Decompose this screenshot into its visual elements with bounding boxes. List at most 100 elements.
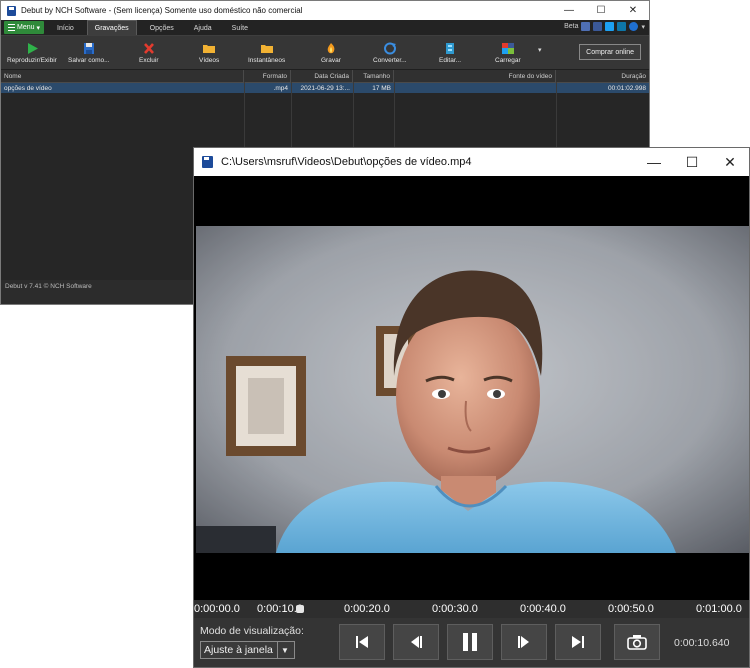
cell-size: 17 MB (372, 84, 391, 92)
linkedin-icon[interactable] (617, 22, 627, 31)
skip-start-icon (356, 636, 368, 648)
record-button[interactable]: Gravar (321, 36, 341, 69)
snapshot-folder-icon (260, 44, 273, 53)
video-player-window: C:\Users\msruf\Videos\Debut\opções de ví… (193, 147, 750, 668)
play-icon (27, 42, 38, 54)
edit-icon (446, 42, 455, 54)
minimize-button[interactable]: — (553, 1, 585, 20)
help-icon[interactable] (629, 22, 639, 31)
tab-suite[interactable]: Suíte (225, 21, 255, 35)
record-icon (327, 42, 335, 53)
beta-label: Beta (564, 23, 579, 30)
floppy-app-icon (202, 156, 213, 168)
current-time-display: 0:00:10.640 (674, 637, 730, 649)
playback-controls: Modo de visualização: Ajuste à janela ▼ … (194, 618, 749, 667)
upload-button[interactable]: Carregar (495, 36, 521, 69)
delete-icon (143, 42, 154, 54)
cell-source (394, 83, 556, 93)
pause-button[interactable] (447, 624, 493, 660)
edit-button[interactable]: Editar... (439, 36, 461, 69)
save-icon (83, 42, 94, 54)
snapshots-label: Instantâneos (248, 56, 286, 64)
upload-icon (501, 42, 514, 54)
play-label: Reproduzir/Exibir (7, 56, 57, 64)
video-frame (196, 226, 749, 553)
play-button[interactable]: Reproduzir/Exibir (7, 36, 57, 69)
timeline-label: 0:00:50.0 (608, 603, 654, 615)
col-source-header[interactable]: Fonte do vídeo (394, 70, 556, 82)
close-button[interactable]: ✕ (711, 148, 749, 176)
upload-label: Carregar (495, 56, 521, 64)
video-display[interactable] (194, 176, 749, 601)
tab-opcoes[interactable]: Opções (143, 21, 181, 35)
maximize-button[interactable]: ☐ (673, 148, 711, 176)
twitter-icon[interactable] (605, 22, 615, 31)
snapshot-icon (627, 635, 647, 650)
chevron-down-icon: ▼ (277, 642, 292, 658)
convert-button[interactable]: Converter... (373, 36, 407, 69)
view-mode-select[interactable]: Ajuste à janela ▼ (200, 641, 295, 659)
minimize-button[interactable]: — (635, 148, 673, 176)
delete-label: Excluir (139, 56, 159, 64)
menu-button[interactable]: Menu ▾ (4, 21, 45, 34)
timeline-label: 0:01:00.0 (696, 603, 742, 615)
upload-dropdown-icon[interactable]: ▾ (538, 46, 542, 54)
view-mode-value: Ajuste à janela (204, 644, 273, 656)
table-row[interactable]: opções de vídeo .mp4 2021-06-29 13:... 1… (1, 83, 649, 93)
snapshot-button[interactable] (614, 624, 660, 660)
cell-date: 2021-06-29 13:... (300, 84, 350, 92)
convert-label: Converter... (373, 56, 407, 64)
edit-label: Editar... (439, 56, 462, 64)
videos-label: Vídeos (199, 56, 220, 64)
next-frame-icon (518, 636, 529, 648)
player-window-title: C:\Users\msruf\Videos\Debut\opções de ví… (221, 156, 472, 168)
main-title-bar[interactable]: Debut by NCH Software - (Sem licença) So… (1, 1, 649, 20)
save-button[interactable]: Salvar como... (68, 36, 110, 69)
snapshots-button[interactable]: Instantâneos (248, 36, 285, 69)
save-label: Salvar como... (68, 56, 110, 64)
videos-button[interactable]: Vídeos (199, 36, 219, 69)
col-duration-header[interactable]: Duração (556, 70, 649, 82)
pause-icon (463, 633, 477, 651)
col-name-header[interactable]: Nome (1, 70, 244, 82)
buy-online-button[interactable]: Comprar online (579, 44, 641, 60)
timeline-label: 0:00:40.0 (520, 603, 566, 615)
timeline-label: 0:00:30.0 (432, 603, 478, 615)
player-title-bar[interactable]: C:\Users\msruf\Videos\Debut\opções de ví… (194, 148, 749, 176)
record-label: Gravar (321, 56, 341, 64)
timeline-label: 0:00:00.0 (194, 603, 240, 615)
chevron-down-icon: ▾ (36, 24, 41, 32)
folder-icon (203, 44, 216, 53)
main-window-title: Debut by NCH Software - (Sem licença) So… (21, 6, 303, 15)
skip-to-end-button[interactable] (555, 624, 601, 660)
tab-ajuda[interactable]: Ajuda (187, 21, 219, 35)
maximize-button[interactable]: ☐ (585, 1, 617, 20)
timeline-slider[interactable]: 0:00:00.0 0:00:10.0 0:00:20.0 0:00:30.0 … (194, 600, 749, 618)
webcam-video-image (196, 226, 749, 553)
close-button[interactable]: ✕ (617, 1, 649, 20)
help-dropdown-icon[interactable]: ▾ (641, 23, 645, 31)
skip-to-start-button[interactable] (339, 624, 385, 660)
cell-name: opções de vídeo (4, 84, 52, 92)
convert-icon (383, 42, 396, 54)
view-mode-label: Modo de visualização: (200, 625, 304, 637)
tab-inicio[interactable]: Início (50, 21, 81, 35)
previous-frame-button[interactable] (393, 624, 439, 660)
cell-format: .mp4 (273, 84, 288, 92)
table-header: Nome Formato Data Criada Tamanho Fonte d… (1, 70, 649, 83)
thumbs-up-icon[interactable] (581, 22, 591, 31)
col-size-header[interactable]: Tamanho (353, 70, 394, 82)
floppy-app-icon (7, 5, 16, 16)
menu-bar: Menu ▾ Início Gravações Opções Ajuda Suí… (1, 20, 649, 36)
toolbar: Reproduzir/Exibir Salvar como... Excluir… (1, 36, 649, 70)
col-date-header[interactable]: Data Criada (291, 70, 353, 82)
cell-duration: 00:01:02.998 (608, 84, 646, 92)
tab-gravacoes[interactable]: Gravações (86, 20, 137, 35)
menu-button-label: Menu (17, 24, 35, 31)
col-format-header[interactable]: Formato (244, 70, 291, 82)
facebook-icon[interactable] (593, 22, 603, 31)
playhead-handle[interactable] (295, 605, 304, 613)
timeline-label: 0:00:20.0 (344, 603, 390, 615)
delete-button[interactable]: Excluir (139, 36, 159, 69)
next-frame-button[interactable] (501, 624, 547, 660)
